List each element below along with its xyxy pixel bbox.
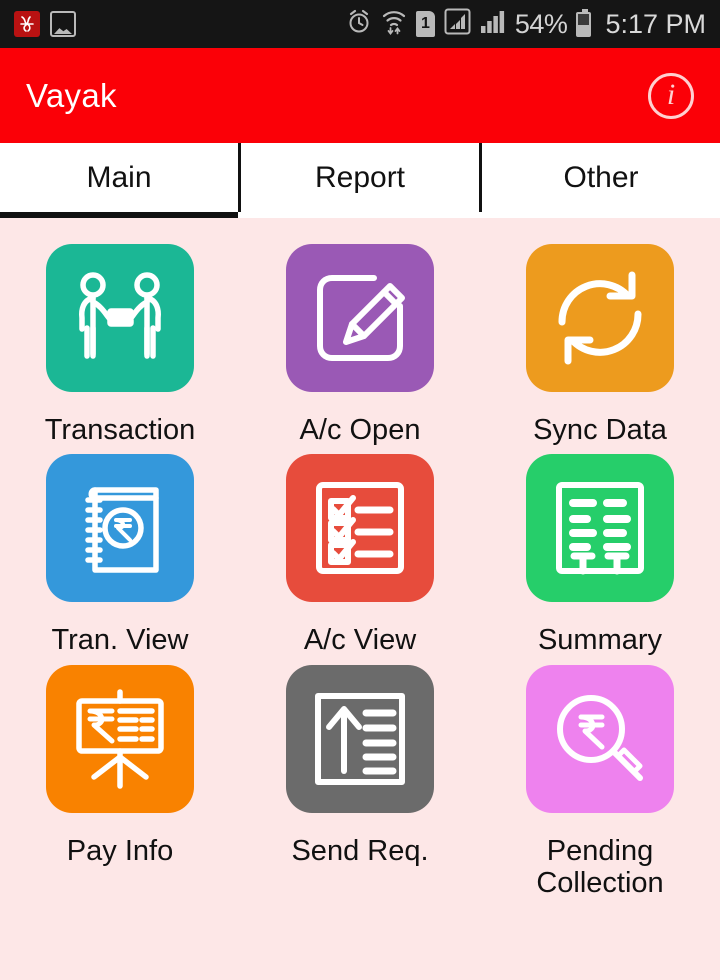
search-rupee-icon	[548, 687, 652, 791]
status-bar-right: 1 54% 5:17 PM	[346, 8, 706, 40]
grid-item-a-c-view[interactable]: A/c View	[240, 454, 480, 656]
grid-item-sync-data[interactable]: Sync Data	[480, 244, 720, 446]
grid-item-a-c-open[interactable]: A/c Open	[240, 244, 480, 446]
tile-summary[interactable]	[526, 454, 674, 603]
grid-item-label: Summary	[537, 624, 663, 657]
notebook-rupee-icon	[68, 476, 172, 580]
grid-item-label: Pay Info	[66, 834, 174, 867]
gallery-icon	[50, 11, 76, 37]
grid-item-label: Transaction	[44, 414, 196, 446]
grid-item-send-req[interactable]: Send Req.	[240, 664, 480, 900]
grid-item-label: Pending Collection	[536, 834, 664, 900]
tile-a-c-view[interactable]	[286, 454, 434, 603]
tab-main[interactable]: Main	[0, 143, 241, 218]
tile-tran-view[interactable]	[46, 454, 194, 603]
battery-icon	[576, 8, 592, 37]
signal-bars-icon	[480, 8, 506, 40]
tile-send-req[interactable]	[286, 664, 434, 813]
tab-report[interactable]: Report	[241, 143, 482, 212]
status-bar: 1 54% 5:17 PM	[0, 0, 720, 48]
battery-percent-label: 54%	[514, 8, 568, 39]
tile-pay-info[interactable]	[46, 664, 194, 813]
grid-item-pending-collection[interactable]: Pending Collection	[480, 664, 720, 900]
checklist-icon	[308, 476, 412, 580]
tab-label: Other	[563, 160, 639, 194]
grid-item-tran-view[interactable]: Tran. View	[0, 454, 240, 656]
tab-bar: Main Report Other	[0, 143, 720, 218]
handshake-money-icon	[68, 266, 172, 370]
grid-item-pay-info[interactable]: Pay Info	[0, 664, 240, 900]
tab-label: Report	[314, 160, 406, 194]
grid-item-label: A/c View	[303, 624, 417, 657]
grid-item-label: Tran. View	[51, 624, 189, 657]
sync-refresh-icon	[548, 266, 652, 370]
tile-a-c-open[interactable]	[286, 244, 434, 392]
app-grid: Transaction A/c Open Sync Data Tran. Vie…	[0, 218, 720, 900]
presentation-rupee-icon	[68, 687, 172, 791]
alarm-clock-icon	[346, 8, 372, 40]
grid-item-label: Sync Data	[533, 414, 667, 446]
tab-label: Main	[86, 160, 152, 194]
signal-boxed-icon	[444, 8, 471, 40]
app-bar: Vayak i	[0, 48, 720, 143]
clock-label: 5:17 PM	[605, 8, 706, 39]
ledger-table-icon	[548, 476, 652, 580]
edit-square-icon	[308, 266, 412, 370]
upload-document-icon	[308, 687, 412, 791]
grid-item-label: A/c Open	[299, 414, 421, 446]
app-notification-icon	[14, 11, 40, 37]
grid-item-label: Send Req.	[291, 834, 429, 867]
wifi-icon	[381, 8, 407, 40]
tab-other[interactable]: Other	[482, 143, 720, 212]
status-bar-left	[14, 11, 76, 37]
sim-one-icon: 1	[415, 11, 435, 37]
tile-pending-collection[interactable]	[526, 664, 674, 813]
tile-sync-data[interactable]	[526, 244, 674, 392]
app-title: Vayak	[26, 76, 117, 114]
grid-item-summary[interactable]: Summary	[480, 454, 720, 656]
info-icon[interactable]: i	[648, 72, 694, 119]
grid-item-transaction[interactable]: Transaction	[0, 244, 240, 446]
tile-transaction[interactable]	[46, 244, 194, 392]
